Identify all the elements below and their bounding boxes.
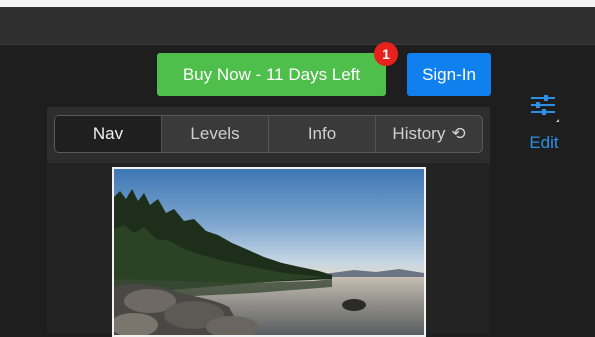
landscape-image <box>114 169 424 335</box>
tab-nav[interactable]: Nav <box>55 116 162 152</box>
preview-thumbnail[interactable] <box>112 167 426 337</box>
navigator-tabs: Nav Levels Info History ⟲ <box>54 115 483 153</box>
buy-now-button[interactable]: Buy Now - 11 Days Left <box>157 53 386 96</box>
tab-history-label: History <box>392 124 446 143</box>
edit-label[interactable]: Edit <box>523 133 565 153</box>
sliders-icon[interactable] <box>529 92 559 122</box>
top-toolbar <box>0 7 595 45</box>
sign-in-button[interactable]: Sign-In <box>407 53 491 96</box>
tab-history[interactable]: History ⟲ <box>376 116 482 152</box>
tab-info[interactable]: Info <box>269 116 376 152</box>
top-strip <box>0 0 595 7</box>
tab-levels[interactable]: Levels <box>162 116 269 152</box>
undo-icon: ⟲ <box>451 124 466 143</box>
notification-badge: 1 <box>374 42 398 66</box>
